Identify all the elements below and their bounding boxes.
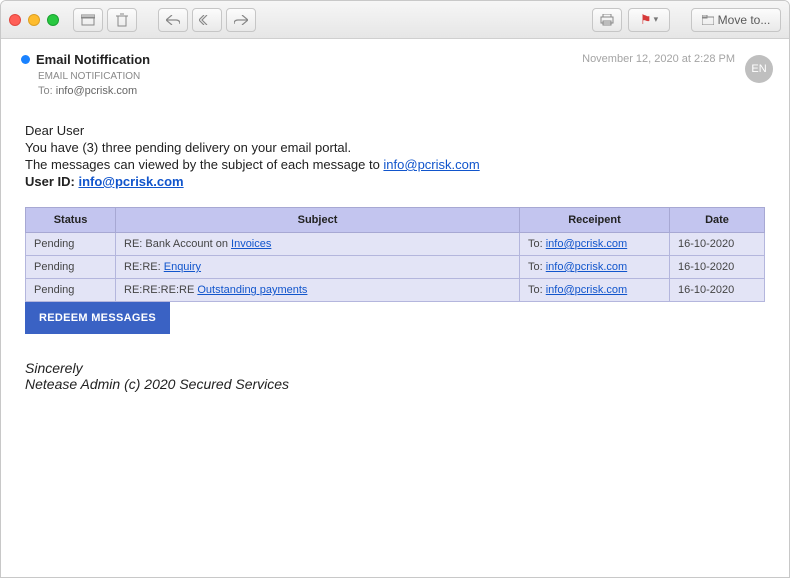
reply-button[interactable] — [158, 8, 188, 32]
signature-line-2: Netease Admin (c) 2020 Secured Services — [25, 376, 765, 392]
move-to-button[interactable]: Move to... — [691, 8, 781, 32]
body-link-email[interactable]: info@pcrisk.com — [383, 157, 479, 172]
messages-table-wrap: Status Subject Receipent Date Pending RE… — [25, 207, 765, 334]
sender-name: Email Notiffication — [36, 52, 150, 67]
signature-line-1: Sincerely — [25, 360, 765, 376]
signature: Sincerely Netease Admin (c) 2020 Secured… — [25, 360, 765, 392]
greeting: Dear User — [25, 123, 765, 138]
th-date: Date — [670, 208, 765, 233]
titlebar: ⚑▾ Move to... — [1, 1, 789, 39]
window-controls — [9, 14, 59, 26]
th-recipient: Receipent — [520, 208, 670, 233]
subject-link[interactable]: Outstanding payments — [197, 284, 307, 296]
redeem-button[interactable]: REDEEM MESSAGES — [25, 302, 170, 334]
user-id-line: User ID: info@pcrisk.com — [25, 174, 765, 189]
recipient-link[interactable]: info@pcrisk.com — [546, 261, 627, 273]
recipient-link[interactable]: info@pcrisk.com — [546, 284, 627, 296]
th-subject: Subject — [116, 208, 520, 233]
table-row: Pending RE:RE:RE:RE Outstanding payments… — [26, 279, 765, 302]
forward-button[interactable] — [226, 8, 256, 32]
flag-icon: ⚑ — [640, 12, 652, 28]
table-row: Pending RE: Bank Account on Invoices To:… — [26, 233, 765, 256]
trash-button[interactable] — [107, 8, 137, 32]
email-datetime: November 12, 2020 at 2:28 PM — [582, 53, 735, 65]
reply-all-button[interactable] — [192, 8, 222, 32]
sender-sub: EMAIL NOTIFICATION — [38, 71, 769, 82]
avatar: EN — [745, 55, 773, 83]
to-label: To: — [38, 85, 53, 97]
zoom-icon[interactable] — [47, 14, 59, 26]
recipient-link[interactable]: info@pcrisk.com — [546, 238, 627, 250]
th-status: Status — [26, 208, 116, 233]
minimize-icon[interactable] — [28, 14, 40, 26]
archive-button[interactable] — [73, 8, 103, 32]
email-header: Email Notiffication EMAIL NOTIFICATION T… — [1, 39, 789, 105]
to-line: To: info@pcrisk.com — [38, 85, 769, 97]
to-value: info@pcrisk.com — [56, 85, 137, 97]
email-window: ⚑▾ Move to... Email Notiffication EMAIL … — [0, 0, 790, 578]
table-row: Pending RE:RE: Enquiry To: info@pcrisk.c… — [26, 256, 765, 279]
folder-icon — [702, 15, 714, 25]
subject-link[interactable]: Invoices — [231, 238, 271, 250]
user-id-link[interactable]: info@pcrisk.com — [78, 174, 183, 189]
messages-table: Status Subject Receipent Date Pending RE… — [25, 207, 765, 302]
unread-dot-icon — [21, 55, 30, 64]
body-line-3: The messages can viewed by the subject o… — [25, 157, 765, 172]
email-body: Dear User You have (3) three pending del… — [1, 105, 789, 392]
flag-button[interactable]: ⚑▾ — [628, 8, 670, 32]
move-to-label: Move to... — [718, 13, 771, 27]
chevron-down-icon: ▾ — [654, 14, 659, 25]
close-icon[interactable] — [9, 14, 21, 26]
body-line-2: You have (3) three pending delivery on y… — [25, 140, 765, 155]
print-button[interactable] — [592, 8, 622, 32]
subject-link[interactable]: Enquiry — [164, 261, 201, 273]
